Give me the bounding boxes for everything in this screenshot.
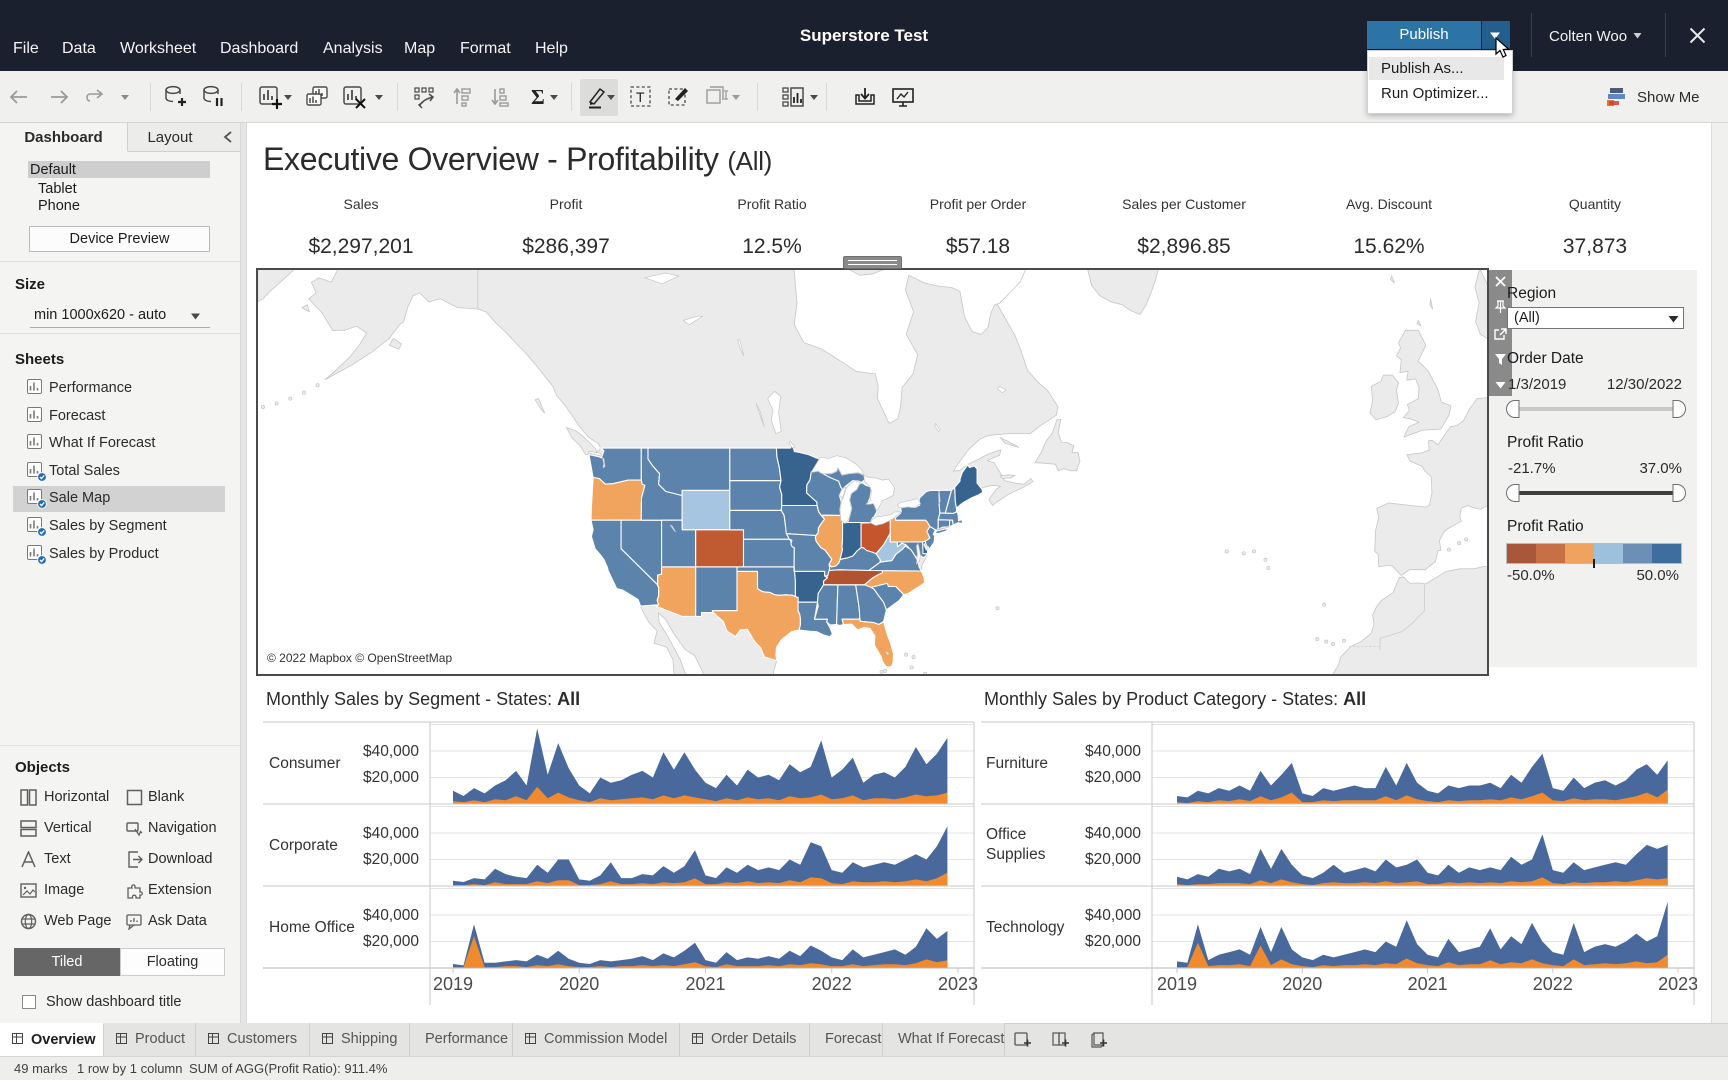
svg-text:$20,000: $20,000 bbox=[363, 933, 419, 950]
svg-text:$40,000: $40,000 bbox=[1085, 743, 1141, 760]
svg-text:2022: 2022 bbox=[812, 974, 852, 994]
svg-text:2023: 2023 bbox=[1658, 974, 1697, 994]
svg-text:$40,000: $40,000 bbox=[363, 907, 419, 924]
svg-text:Office: Office bbox=[986, 826, 1026, 843]
svg-text:2021: 2021 bbox=[685, 974, 725, 994]
svg-text:Supplies: Supplies bbox=[986, 846, 1046, 863]
svg-text:© 2022 Mapbox © OpenStreetMap: © 2022 Mapbox © OpenStreetMap bbox=[267, 651, 452, 665]
svg-text:$20,000: $20,000 bbox=[1085, 933, 1141, 950]
svg-text:2020: 2020 bbox=[1282, 974, 1322, 994]
svg-text:Technology: Technology bbox=[986, 919, 1065, 936]
svg-text:$20,000: $20,000 bbox=[363, 851, 419, 868]
svg-text:T: T bbox=[636, 89, 645, 105]
svg-text:$40,000: $40,000 bbox=[1085, 907, 1141, 924]
svg-text:2023: 2023 bbox=[938, 974, 978, 994]
svg-text:2022: 2022 bbox=[1533, 974, 1573, 994]
svg-text:$40,000: $40,000 bbox=[363, 743, 419, 760]
svg-text:Corporate: Corporate bbox=[269, 837, 338, 854]
svg-text:Σ: Σ bbox=[531, 85, 545, 109]
svg-text:2021: 2021 bbox=[1408, 974, 1448, 994]
svg-text:2019: 2019 bbox=[1157, 974, 1197, 994]
svg-text:Consumer: Consumer bbox=[269, 755, 341, 772]
svg-text:$40,000: $40,000 bbox=[1085, 825, 1141, 842]
svg-text:$40,000: $40,000 bbox=[363, 825, 419, 842]
svg-text:$20,000: $20,000 bbox=[1085, 851, 1141, 868]
svg-text:$20,000: $20,000 bbox=[1085, 769, 1141, 786]
svg-text:2020: 2020 bbox=[559, 974, 599, 994]
svg-text:$20,000: $20,000 bbox=[363, 769, 419, 786]
svg-text:Furniture: Furniture bbox=[986, 755, 1048, 772]
svg-text:Home Office: Home Office bbox=[269, 919, 355, 936]
svg-text:2019: 2019 bbox=[433, 974, 473, 994]
